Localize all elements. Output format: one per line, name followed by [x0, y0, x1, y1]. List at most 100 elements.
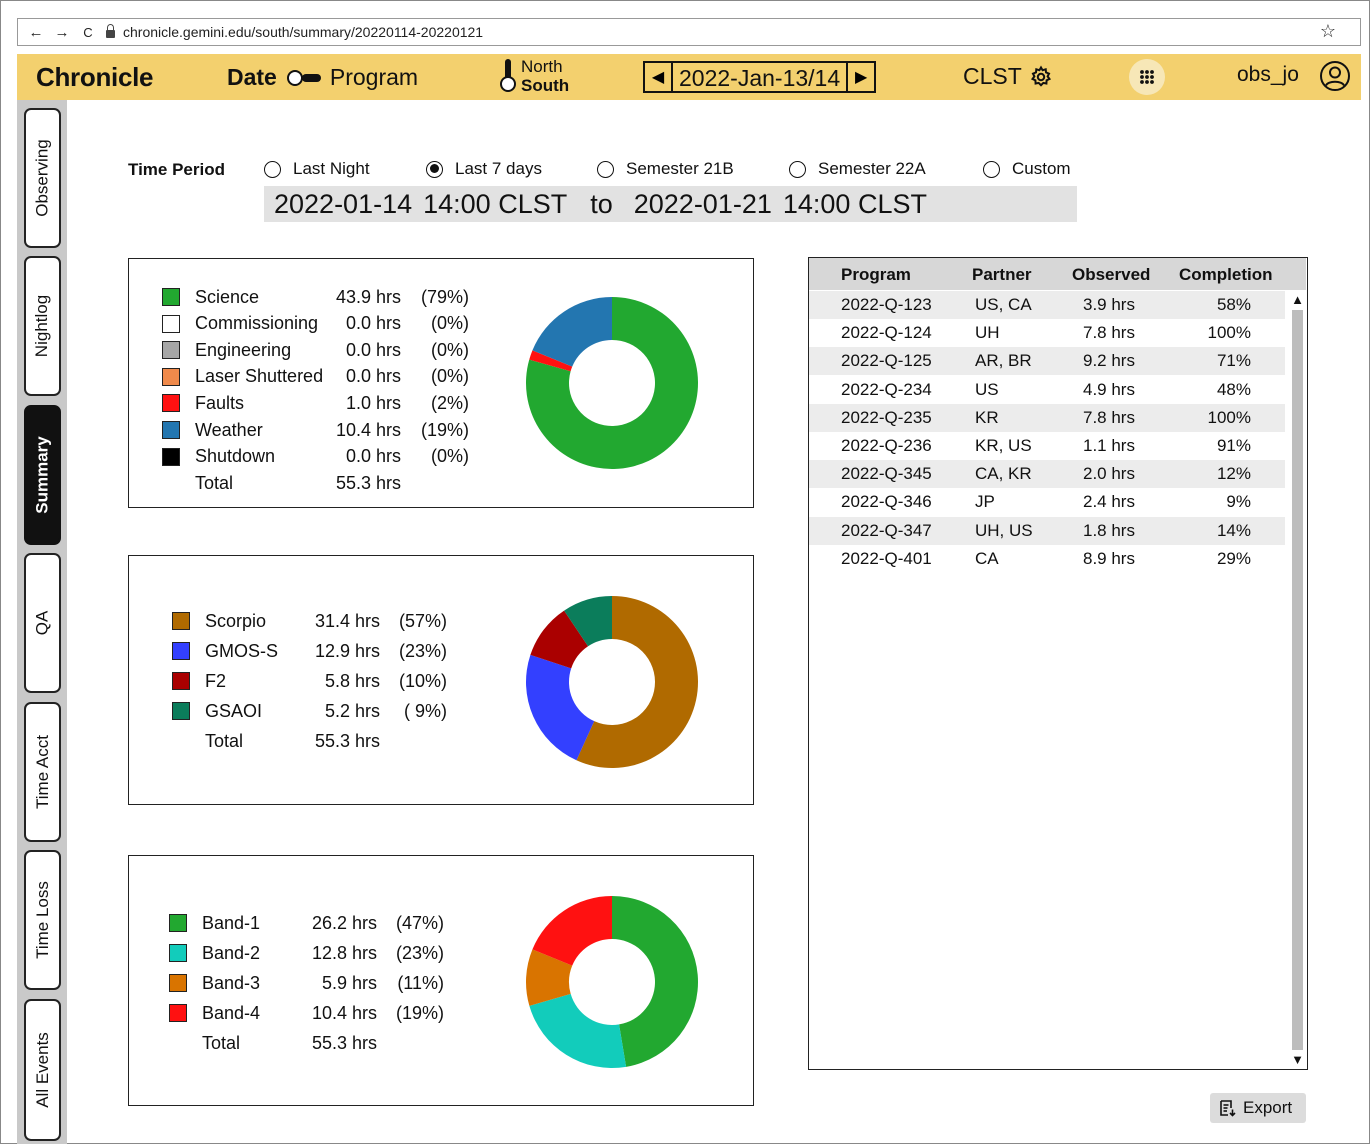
- legend-swatch: [172, 672, 190, 690]
- radio-semester-22a[interactable]: Semester 22A: [789, 159, 926, 179]
- legend-label: Scorpio: [205, 610, 267, 631]
- current-date[interactable]: 2022-Jan-13/14: [673, 63, 846, 91]
- side-navigation: Observing Nightlog Summary QA Time Acct …: [17, 100, 67, 1144]
- cell-program: 2022-Q-401: [841, 548, 932, 568]
- date-range-display[interactable]: 2022-01-14 14:00 CLST to 2022-01-21 14:0…: [264, 186, 1077, 222]
- column-header-observed[interactable]: Observed: [1072, 265, 1150, 285]
- table-row[interactable]: 2022-Q-234 US 4.9 hrs 48%: [809, 376, 1285, 404]
- radio-circle-icon[interactable]: [426, 160, 443, 178]
- legend-total-label: Total: [195, 472, 234, 493]
- tab-time-acct[interactable]: Time Acct: [24, 702, 61, 842]
- table-row[interactable]: 2022-Q-125 AR, BR 9.2 hrs 71%: [809, 347, 1285, 376]
- table-row[interactable]: 2022-Q-346 JP 2.4 hrs 9%: [809, 488, 1285, 516]
- apps-grid-button[interactable]: [1129, 59, 1165, 95]
- legend-item: Shutdown 0.0 hrs (0%): [162, 445, 479, 469]
- column-header-completion[interactable]: Completion: [1179, 265, 1273, 285]
- url-text[interactable]: chronicle.gemini.edu/south/summary/20220…: [123, 24, 483, 40]
- legend-total-hours: 55.3 hrs: [314, 730, 380, 751]
- tab-observing[interactable]: Observing: [24, 108, 61, 248]
- range-end-date[interactable]: 2022-01-21: [634, 189, 772, 220]
- legend-item: Band-4 10.4 hrs (19%): [169, 1001, 454, 1025]
- table-row[interactable]: 2022-Q-235 KR 7.8 hrs 100%: [809, 403, 1285, 432]
- table-row[interactable]: 2022-Q-124 UH 7.8 hrs 100%: [809, 319, 1285, 347]
- back-arrow-icon[interactable]: ←: [28, 24, 44, 41]
- tab-time-loss-label: Time Loss: [32, 881, 52, 959]
- legend-label: F2: [205, 670, 227, 691]
- radio-circle-icon[interactable]: [597, 160, 614, 178]
- bookmark-star-icon[interactable]: ☆: [1320, 21, 1336, 42]
- site-south-label[interactable]: South: [521, 76, 569, 96]
- address-bar[interactable]: chronicle.gemini.edu/south/summary/20220…: [106, 24, 483, 40]
- radio-custom[interactable]: Custom: [983, 159, 1071, 179]
- radio-label: Custom: [1012, 159, 1071, 178]
- legend-percent: (79%): [420, 286, 469, 307]
- radio-last-7-days[interactable]: Last 7 days: [426, 159, 542, 179]
- timezone-selector[interactable]: CLST: [963, 63, 1053, 90]
- cell-partner: KR: [975, 407, 999, 427]
- gear-icon[interactable]: [1029, 65, 1053, 89]
- radio-last-night[interactable]: Last Night: [264, 159, 370, 179]
- site-north-label[interactable]: North: [521, 57, 563, 77]
- table-scrollbar[interactable]: ▲ ▼: [1289, 292, 1306, 1068]
- table-header: Program Partner Observed Completion: [809, 258, 1306, 290]
- tab-nightlog[interactable]: Nightlog: [24, 256, 61, 396]
- tab-qa[interactable]: QA: [24, 553, 61, 693]
- scrollbar-track[interactable]: [1292, 310, 1303, 1050]
- tab-time-loss[interactable]: Time Loss: [24, 850, 61, 990]
- browser-toolbar: ← → C chronicle.gemini.edu/south/summary…: [17, 18, 1361, 46]
- scroll-down-arrow-icon[interactable]: ▼: [1290, 1052, 1305, 1068]
- legend-swatch: [172, 702, 190, 720]
- tab-summary[interactable]: Summary: [24, 405, 61, 545]
- legend-item: Band-1 26.2 hrs (47%): [169, 911, 454, 935]
- cell-observed: 1.8 hrs: [1083, 520, 1135, 540]
- site-switch[interactable]: North South: [497, 57, 577, 97]
- cell-program: 2022-Q-125: [841, 351, 932, 371]
- app-logo-title[interactable]: Chronicle: [36, 62, 154, 93]
- mode-toggle-icon[interactable]: [286, 69, 321, 86]
- cell-program: 2022-Q-236: [841, 436, 932, 455]
- legend-percent: (0%): [430, 366, 469, 387]
- site-toggle-icon[interactable]: [500, 59, 516, 93]
- table-row[interactable]: 2022-Q-236 KR, US 1.1 hrs 91%: [809, 432, 1285, 460]
- table-row[interactable]: 2022-Q-345 CA, KR 2.0 hrs 12%: [809, 460, 1285, 489]
- apps-grid-icon: [1140, 70, 1154, 84]
- cell-partner: KR, US: [975, 436, 1032, 455]
- legend-item: Scorpio 31.4 hrs (57%): [172, 609, 457, 633]
- range-start-time[interactable]: 14:00 CLST: [423, 189, 567, 220]
- column-header-program[interactable]: Program: [841, 265, 911, 285]
- previous-date-button[interactable]: ◀: [645, 63, 673, 91]
- radio-circle-icon[interactable]: [264, 160, 281, 178]
- column-header-partner[interactable]: Partner: [972, 265, 1032, 285]
- cell-program: 2022-Q-235: [841, 407, 932, 427]
- tab-all-events[interactable]: All Events: [24, 999, 61, 1141]
- mode-program-label[interactable]: Program: [330, 64, 418, 91]
- table-row[interactable]: 2022-Q-123 US, CA 3.9 hrs 58%: [809, 291, 1285, 319]
- legend-item: F2 5.8 hrs (10%): [172, 669, 457, 693]
- scroll-up-arrow-icon[interactable]: ▲: [1290, 292, 1305, 308]
- table-row[interactable]: 2022-Q-401 CA 8.9 hrs 29%: [809, 545, 1285, 573]
- next-date-button[interactable]: ▶: [846, 63, 874, 91]
- username[interactable]: obs_jo: [1237, 63, 1299, 87]
- reload-icon[interactable]: C: [80, 25, 96, 40]
- table-row[interactable]: 2022-Q-347 UH, US 1.8 hrs 14%: [809, 516, 1285, 545]
- mode-date-label[interactable]: Date: [227, 64, 277, 91]
- export-button[interactable]: Export: [1210, 1093, 1306, 1123]
- cell-completion: 100%: [1207, 323, 1251, 343]
- radio-circle-icon[interactable]: [983, 160, 1000, 178]
- cell-completion: 71%: [1216, 351, 1251, 371]
- mode-switch[interactable]: Date Program: [227, 64, 418, 91]
- legend-hours: 26.2 hrs: [311, 912, 377, 933]
- legend-item: Engineering 0.0 hrs (0%): [162, 338, 479, 362]
- legend-label: Band-2: [202, 942, 261, 963]
- range-start-date[interactable]: 2022-01-14: [274, 189, 412, 220]
- cell-completion: 58%: [1216, 295, 1251, 314]
- timezone-label[interactable]: CLST: [963, 63, 1022, 90]
- legend-hours: 43.9 hrs: [335, 286, 401, 307]
- range-end-time[interactable]: 14:00 CLST: [783, 189, 927, 220]
- cell-program: 2022-Q-346: [841, 492, 932, 512]
- forward-arrow-icon[interactable]: →: [54, 24, 70, 41]
- radio-circle-icon[interactable]: [789, 160, 806, 178]
- radio-semester-21b[interactable]: Semester 21B: [597, 159, 734, 179]
- legend-percent: (0%): [430, 339, 469, 360]
- user-avatar-icon[interactable]: [1319, 60, 1351, 92]
